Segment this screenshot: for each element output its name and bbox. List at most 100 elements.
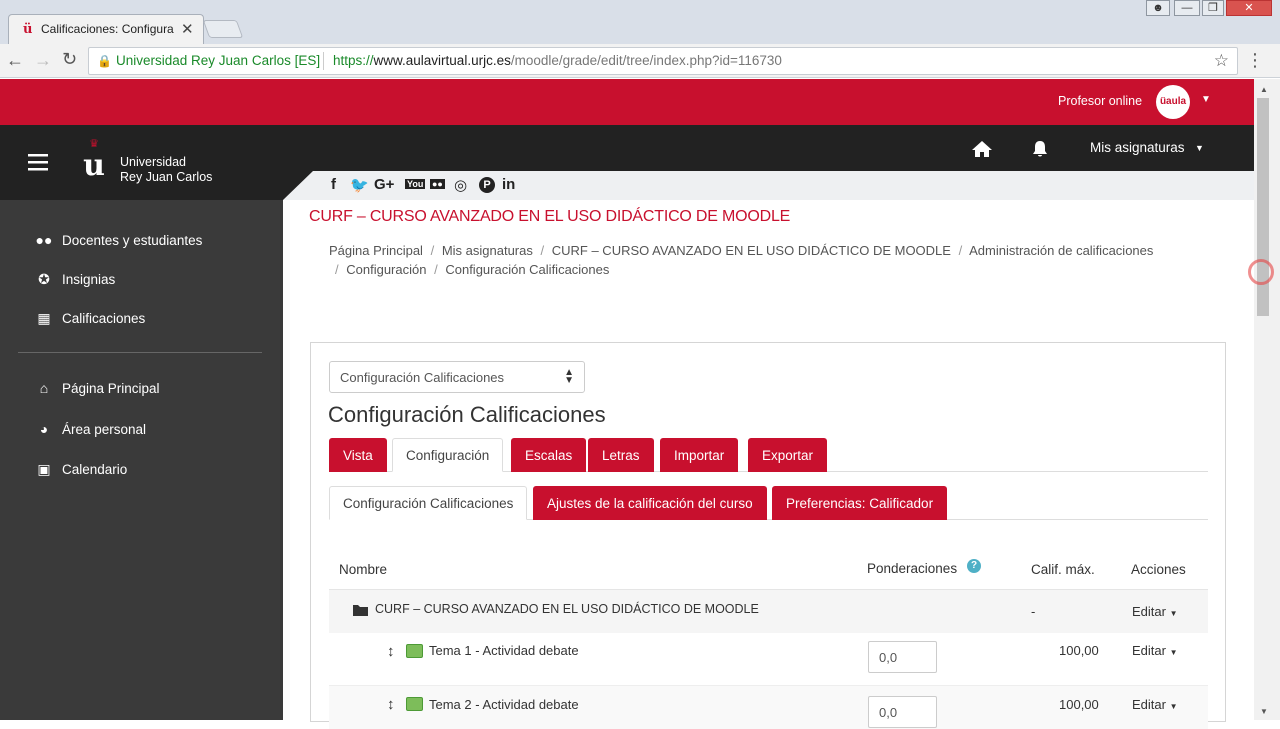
new-tab-button[interactable] [202,20,244,38]
bell-icon[interactable] [1031,139,1049,159]
category-name: CURF – CURSO AVANZADO EN EL USO DIDÁCTIC… [375,602,759,616]
pinterest-icon[interactable]: P [479,177,495,193]
url-path: /moodle/grade/edit/tree/index.php?id=116… [510,53,782,68]
sidebar-item-label: Calificaciones [62,310,146,326]
sidebar-item-badges[interactable]: ✪ Insignias [34,268,115,290]
security-label: Universidad Rey Juan Carlos [ES] [116,53,321,68]
page-heading: Configuración Calificaciones [328,402,606,427]
my-courses-menu[interactable]: Mis asignaturas [1090,140,1185,155]
edit-menu[interactable]: Editar ▼ [1132,604,1178,619]
tab-importar[interactable]: Importar [660,438,739,472]
item-name[interactable]: Tema 1 - Actividad debate [429,643,579,658]
column-header-actions: Acciones [1131,562,1186,577]
column-header-weights: Ponderaciones [867,561,958,576]
hamburger-icon[interactable] [28,153,48,171]
university-logo-icon[interactable]: ♛ u [82,139,106,183]
table-row: ↕ Tema 2 - Actividad debate 0,0 100,00 E… [329,685,1208,729]
favicon-icon: ü [23,22,33,37]
edit-label: Editar [1132,604,1166,619]
select-arrows-icon: ▲ ▼ [564,367,574,386]
twitter-icon[interactable]: 🐦 [350,176,369,194]
facebook-icon[interactable]: f [331,176,336,193]
sidebar-item-calendar[interactable]: ▣ Calendario [34,458,127,480]
social-strip [283,171,1254,200]
select-value: Configuración Calificaciones [340,370,505,385]
tab-exportar[interactable]: Exportar [748,438,828,472]
tab-letras[interactable]: Letras [588,438,654,472]
caret-down-icon: ▼ [1169,648,1178,657]
sidebar-item-dashboard[interactable]: ◕ Área personal [34,418,146,440]
url-field[interactable]: 🔒 Universidad Rey Juan Carlos [ES] https… [88,47,1238,75]
url-host: www.aulavirtual.urjc.es [373,53,511,68]
window-close-icon[interactable]: ✕ [1226,0,1272,16]
forum-icon [406,644,423,658]
sidebar-item-grades[interactable]: ▦ Calificaciones [34,307,145,329]
sidebar-item-home[interactable]: ⌂ Página Principal [34,377,160,399]
brand-area: ♛ u Universidad Rey Juan Carlos [0,125,283,200]
my-courses-caret-icon[interactable]: ▼ [1195,143,1204,153]
badge-icon: ✪ [38,270,50,287]
user-name[interactable]: Profesor online [1058,94,1142,108]
edit-label: Editar [1132,643,1166,658]
grade-report-select[interactable]: Configuración Calificaciones ▲ ▼ [329,361,585,393]
sidebar-item-participants[interactable]: ●● Docentes y estudiantes [34,229,203,251]
forward-icon[interactable]: → [34,50,52,71]
google-plus-icon[interactable]: G+ [374,176,394,193]
item-max-grade: 100,00 [1059,697,1099,712]
home-icon[interactable] [971,140,993,158]
youtube-icon[interactable]: You [405,179,426,189]
sidebar-item-label: Área personal [62,421,147,437]
breadcrumb: Página Principal / Mis asignaturas / CUR… [329,243,1154,277]
help-icon[interactable]: ? [967,559,981,573]
scroll-down-icon[interactable]: ▼ [1260,707,1268,716]
caret-down-icon: ▼ [1169,609,1178,618]
weight-input[interactable]: 0,0 [868,696,937,728]
url-divider [323,52,324,70]
subtab-grade-setup[interactable]: Configuración Calificaciones [329,486,528,520]
minimize-icon[interactable]: — [1174,0,1200,16]
breadcrumb-link[interactable]: Página Principal [329,243,423,258]
sidebar-item-label: Insignias [62,271,116,287]
cursor-highlight [1248,259,1274,285]
weight-input[interactable]: 0,0 [868,641,937,673]
avatar[interactable]: üaula [1156,85,1190,119]
breadcrumb-link[interactable]: Configuración [346,262,426,277]
maximize-icon[interactable]: ❐ [1202,0,1224,16]
back-icon[interactable]: ← [6,50,24,71]
tab-configuracion[interactable]: Configuración [392,438,504,472]
close-tab-icon[interactable]: ✕ [181,20,194,38]
sidebar-item-label: Página Principal [62,380,160,396]
tab-vista[interactable]: Vista [329,438,387,472]
table-row-category: CURF – CURSO AVANZADO EN EL USO DIDÁCTIC… [329,589,1208,633]
item-name[interactable]: Tema 2 - Actividad debate [429,697,579,712]
browser-menu-icon[interactable]: ⋮ [1246,50,1264,71]
breadcrumb-link[interactable]: Administración de calificaciones [969,243,1153,258]
breadcrumb-link[interactable]: CURF – CURSO AVANZADO EN EL USO DIDÁCTIC… [552,243,951,258]
category-max-grade: - [1031,604,1036,619]
user-menu-caret-icon[interactable]: ▼ [1201,94,1211,105]
forum-icon [406,697,423,711]
profile-icon[interactable]: ☻ [1146,0,1170,16]
subtab-course-grade-settings[interactable]: Ajustes de la calificación del curso [533,486,767,520]
scroll-up-icon[interactable]: ▲ [1260,85,1268,94]
course-title: CURF – CURSO AVANZADO EN EL USO DIDÁCTIC… [309,208,791,225]
university-name-line1: Universidad [120,155,187,169]
sidebar: ●● Docentes y estudiantes ✪ Insignias ▦ Cal… [0,200,283,720]
reload-icon[interactable]: ↻ [62,49,77,70]
subtab-grader-preferences[interactable]: Preferencias: Calificador [772,486,948,520]
tab-escalas[interactable]: Escalas [511,438,587,472]
edit-menu[interactable]: Editar ▼ [1132,643,1178,658]
tab-title: Calificaciones: Configura [41,22,174,36]
breadcrumb-link[interactable]: Mis asignaturas [442,243,533,258]
flickr-icon[interactable]: ●● [430,179,445,189]
move-icon[interactable]: ↕ [387,696,395,713]
url-scheme: https:// [333,53,374,68]
bookmark-star-icon[interactable]: ☆ [1214,48,1229,74]
browser-tab[interactable]: ü Calificaciones: Configura ✕ [8,14,204,44]
move-icon[interactable]: ↕ [387,643,395,660]
linkedin-icon[interactable]: in [502,176,515,193]
column-header-name: Nombre [339,562,388,577]
edit-menu[interactable]: Editar ▼ [1132,697,1178,712]
home-icon: ⌂ [39,380,49,396]
instagram-icon[interactable]: ◎ [454,176,467,194]
